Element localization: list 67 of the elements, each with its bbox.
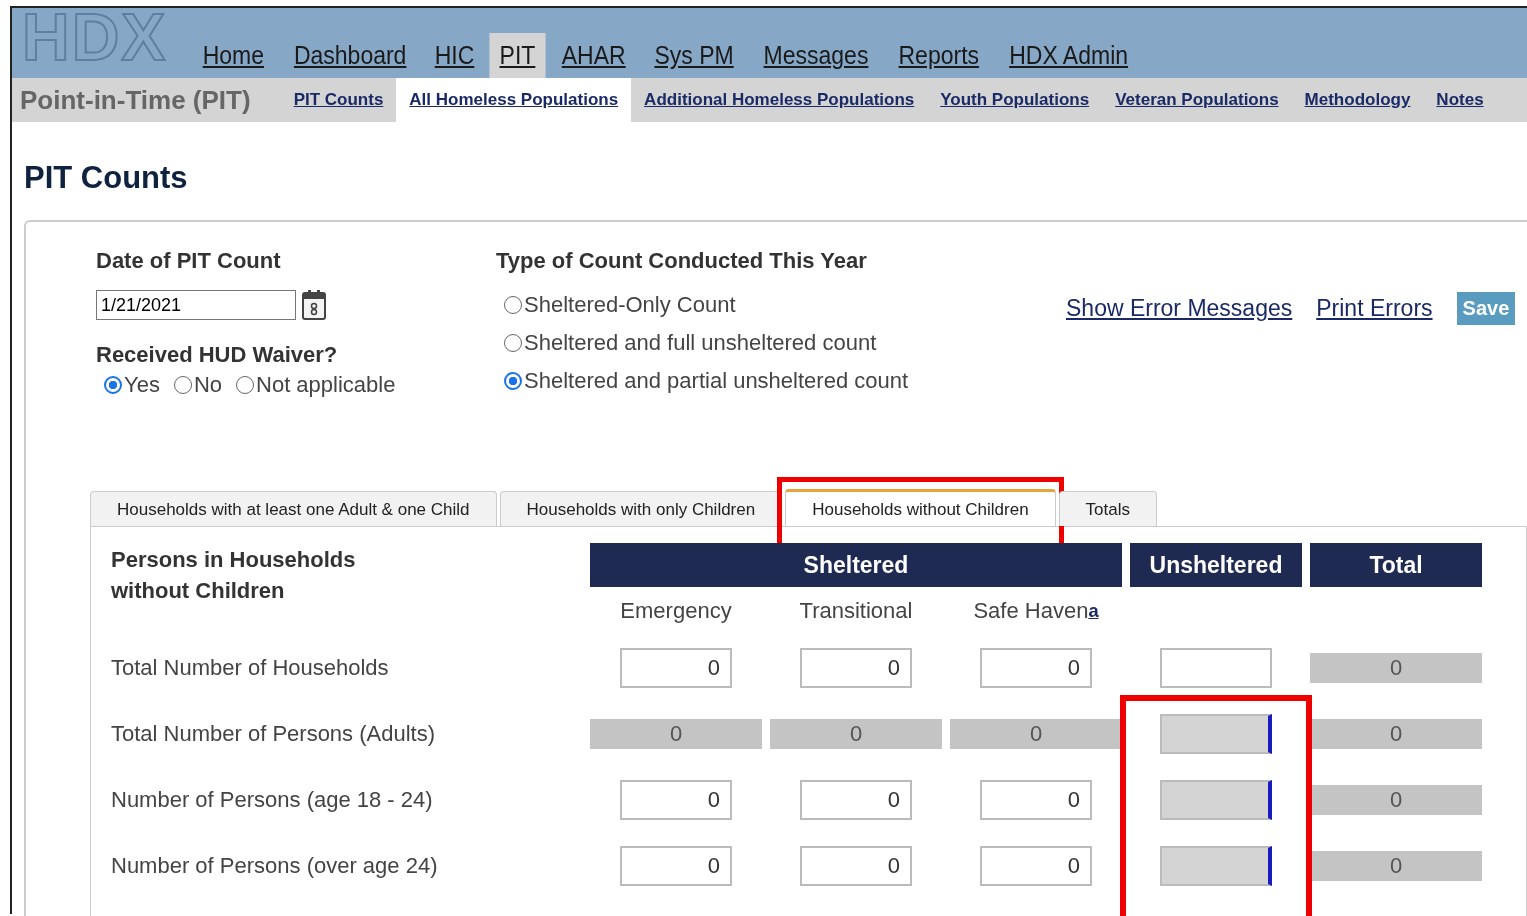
number-field[interactable]: 0 [800,780,912,820]
calendar-icon[interactable] [302,290,326,320]
row-label: Number of Persons (over age 24) [111,852,439,881]
tab[interactable]: Totals [1058,491,1158,526]
text-link[interactable]: Print Errors [1316,294,1433,322]
number-field[interactable]: 0 [980,648,1092,688]
row-label: Number of Persons (age 18 - 24) [111,786,434,815]
radio-label[interactable]: Sheltered and partial unsheltered count [524,368,909,394]
total-value: 0 [1310,785,1482,815]
number-field[interactable]: 0 [800,648,912,688]
nav-link[interactable]: HIC [424,33,485,78]
row-label: Total Number of Persons (Adults) [111,720,437,749]
section-title: Point-in-Time (PIT) [19,83,252,117]
total-value: 0 [770,719,942,749]
radio-button[interactable] [504,334,522,352]
subnav-tab[interactable]: Notes [1423,78,1497,122]
nav-link[interactable]: Reports [888,33,990,78]
column-group-header: Total [1310,543,1482,587]
radio-label[interactable]: Sheltered-Only Count [524,292,736,318]
total-value: 0 [1310,653,1482,683]
radio-button[interactable] [504,372,522,390]
nav-link[interactable]: Dashboard [283,33,417,78]
tab[interactable]: Households without Children [785,489,1056,526]
number-field[interactable]: 0 [980,780,1092,820]
total-value: 0 [1310,719,1482,749]
column-group-header: Unsheltered [1130,543,1302,587]
tab[interactable]: Households with at least one Adult & one Child [90,491,497,526]
date-field[interactable]: 1/21/2021 [96,290,296,320]
radio-label[interactable]: Not applicable [256,372,396,398]
number-field[interactable]: 0 [620,648,732,688]
field-label: Date of PIT Count [96,248,282,274]
subnav-tab[interactable]: PIT Counts [280,78,397,122]
number-field[interactable]: 0 [800,846,912,886]
nav-link[interactable]: PIT [489,33,546,78]
total-value: 0 [590,719,762,749]
total-value: 0 [1310,851,1482,881]
table-title: Persons in Households without Children [111,546,357,605]
subnav-tab[interactable]: Veteran Populations [1102,78,1292,122]
subnav-tab[interactable]: Youth Populations [927,78,1103,122]
text-link[interactable]: Show Error Messages [1066,294,1293,322]
nav-link[interactable]: Messages [753,33,879,78]
column-header: Emergency [619,597,733,625]
column-header: Transitional [798,597,914,625]
radio-button[interactable] [104,376,122,394]
subnav-tab[interactable]: Methodology [1291,78,1424,122]
page-title: PIT Counts [24,160,189,196]
field-label: Type of Count Conducted This Year [496,248,868,274]
radio-label[interactable]: Sheltered and full unsheltered count [524,330,877,356]
radio-button[interactable] [173,376,192,394]
total-value: 0 [950,719,1122,749]
radio-button[interactable] [236,376,254,394]
nav-link[interactable]: Sys PM [644,33,744,78]
number-field[interactable]: 0 [620,780,732,820]
subnav-tab[interactable]: All Homeless Populations [396,78,632,122]
number-field[interactable]: 0 [980,846,1092,886]
number-field[interactable] [1160,648,1272,688]
nav-link[interactable]: AHAR [552,33,637,78]
row-label: Total Number of Households [111,654,390,683]
nav-link[interactable]: HDX Admin [999,33,1139,78]
subnav-tab[interactable]: Additional Homeless Populations [631,78,928,122]
number-field[interactable]: 0 [620,846,732,886]
field-label: Received HUD Waiver? [96,342,339,368]
column-group-header: Sheltered [590,543,1122,587]
radio-label[interactable]: No [193,372,222,398]
nav-link[interactable]: Home [192,33,275,78]
radio-button[interactable] [504,296,522,314]
radio-label[interactable]: Yes [124,372,160,398]
